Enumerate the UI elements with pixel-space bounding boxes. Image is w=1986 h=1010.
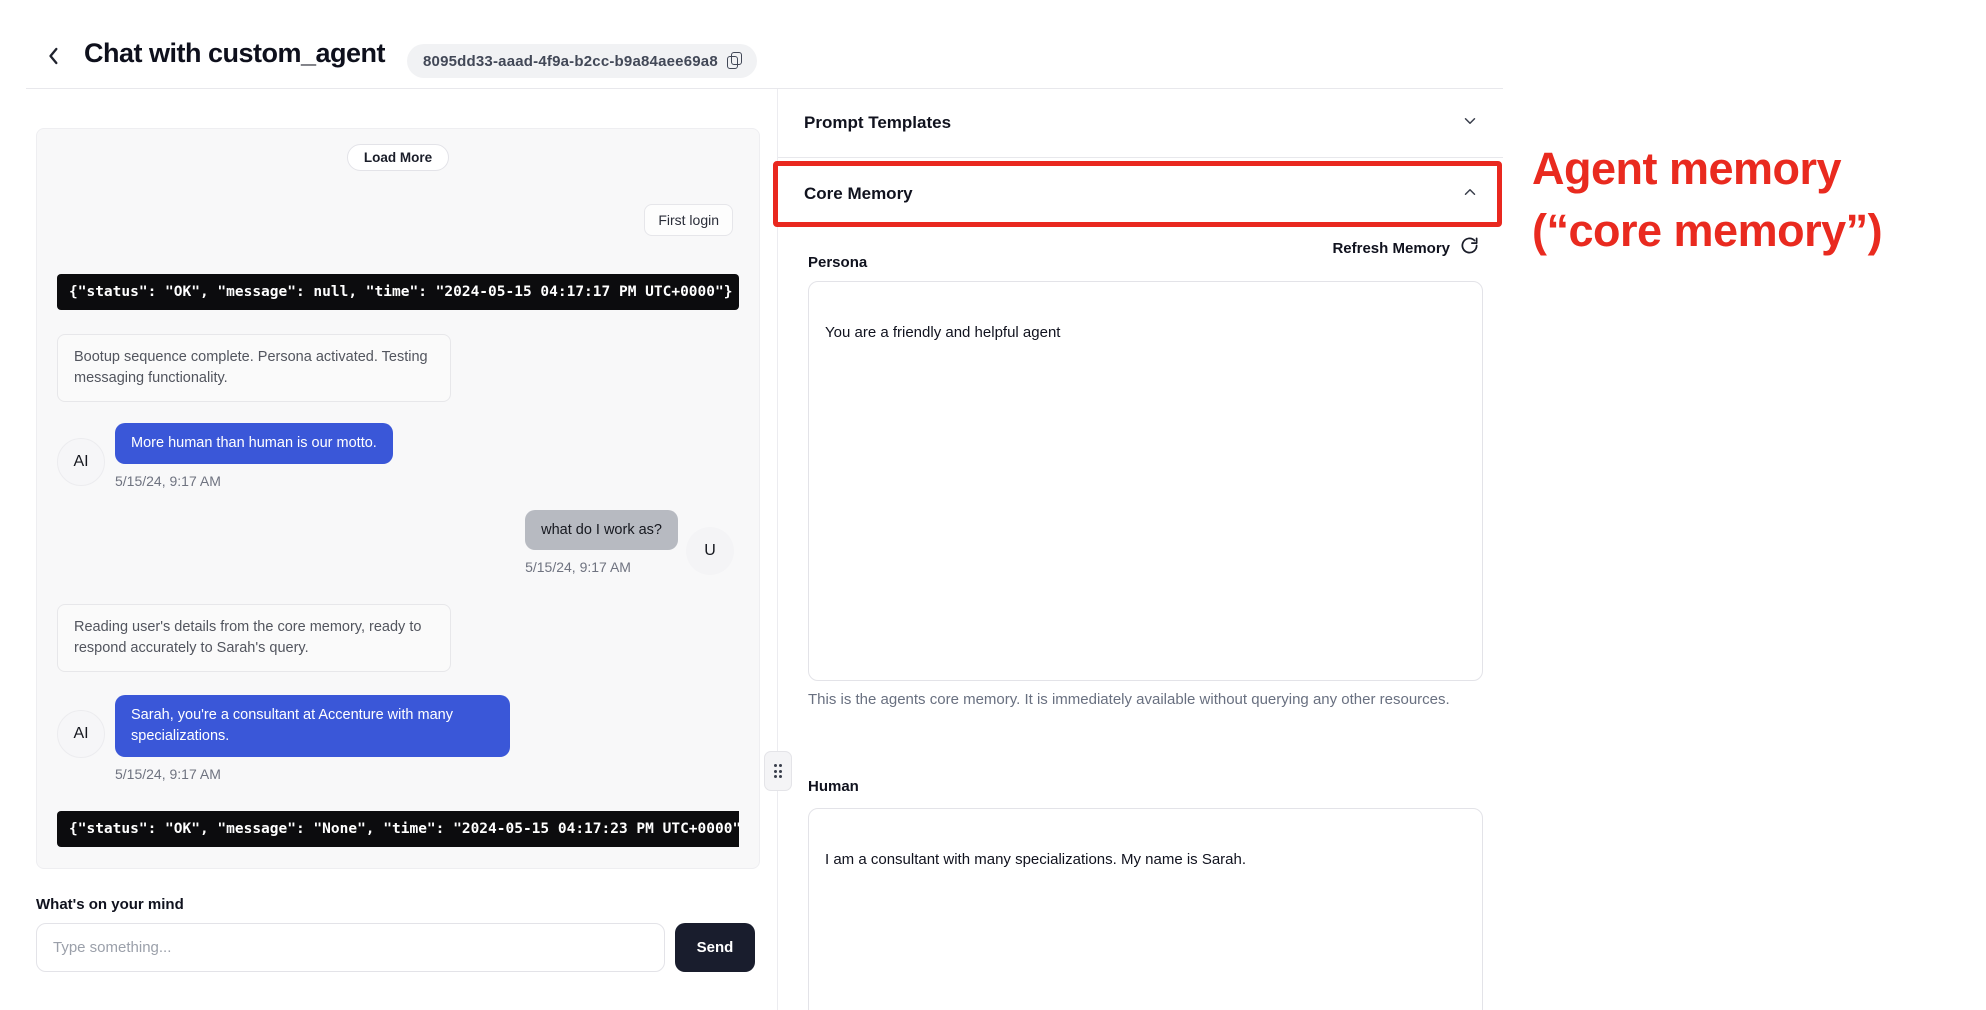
user-avatar: U [686, 527, 734, 575]
page-title: Chat with custom_agent [84, 38, 385, 69]
section-label: Core Memory [804, 184, 913, 204]
refresh-memory-button[interactable]: Refresh Memory [778, 236, 1479, 260]
agent-avatar: AI [57, 438, 105, 486]
message-timestamp: 5/15/24, 9:17 AM [115, 766, 510, 782]
user-message-row: what do I work as? 5/15/24, 9:17 AM U [57, 510, 739, 575]
send-button[interactable]: Send [675, 923, 755, 972]
annotation-text: Agent memory (“core memory”) [1532, 138, 1882, 262]
first-login-badge: First login [644, 204, 733, 236]
persona-textarea[interactable]: You are a friendly and helpful agent [808, 281, 1483, 681]
app-window: Chat with custom_agent 8095dd33-aaad-4f9… [0, 0, 1986, 1010]
chevron-up-icon[interactable] [1461, 183, 1479, 206]
message-timestamp: 5/15/24, 9:17 AM [525, 559, 631, 575]
agent-id-badge[interactable]: 8095dd33-aaad-4f9a-b2cc-b9a84aee69a8 [407, 44, 757, 78]
agent-monologue-message: Bootup sequence complete. Persona activa… [57, 334, 451, 402]
header: Chat with custom_agent 8095dd33-aaad-4f9… [0, 0, 1986, 89]
human-textarea[interactable]: I am a consultant with many specializati… [808, 808, 1483, 1010]
chat-message-list: Load More First login {"status": "OK", "… [36, 128, 760, 869]
section-prompt-templates[interactable]: Prompt Templates [778, 89, 1503, 158]
human-label: Human [808, 778, 859, 795]
agent-monologue-message: Reading user's details from the core mem… [57, 604, 451, 672]
refresh-icon[interactable] [1460, 236, 1479, 260]
core-memory-description: This is the agents core memory. It is im… [808, 687, 1458, 712]
back-button[interactable] [40, 42, 68, 70]
system-status-message: {"status": "OK", "message": null, "time"… [57, 274, 739, 310]
agent-message-row: AI More human than human is our motto. 5… [57, 423, 739, 489]
drag-handle-icon [774, 764, 783, 778]
panel-resize-handle[interactable] [764, 751, 792, 791]
user-message-bubble: what do I work as? [525, 510, 678, 550]
agent-message-bubble: Sarah, you're a consultant at Accenture … [115, 695, 510, 757]
annotation-line1: Agent memory [1532, 138, 1882, 200]
persona-label: Persona [808, 254, 867, 271]
agent-message-bubble: More human than human is our motto. [115, 423, 393, 464]
section-core-memory[interactable]: Core Memory [778, 161, 1503, 227]
section-label: Prompt Templates [804, 113, 951, 133]
system-status-message: {"status": "OK", "message": "None", "tim… [57, 811, 739, 847]
copy-icon[interactable] [727, 52, 743, 70]
agent-avatar: AI [57, 710, 105, 758]
agent-message-row: AI Sarah, you're a consultant at Accentu… [57, 695, 739, 782]
refresh-memory-label: Refresh Memory [1332, 240, 1450, 257]
annotation-line2: (“core memory”) [1532, 200, 1882, 262]
chevron-down-icon[interactable] [1461, 112, 1479, 135]
panel-divider [777, 89, 778, 1010]
agent-id: 8095dd33-aaad-4f9a-b2cc-b9a84aee69a8 [423, 53, 718, 70]
load-more-button[interactable]: Load More [347, 144, 449, 171]
chevron-left-icon [40, 57, 68, 74]
message-timestamp: 5/15/24, 9:17 AM [115, 473, 393, 489]
composer-label: What's on your mind [36, 896, 184, 913]
message-input[interactable] [36, 923, 665, 972]
